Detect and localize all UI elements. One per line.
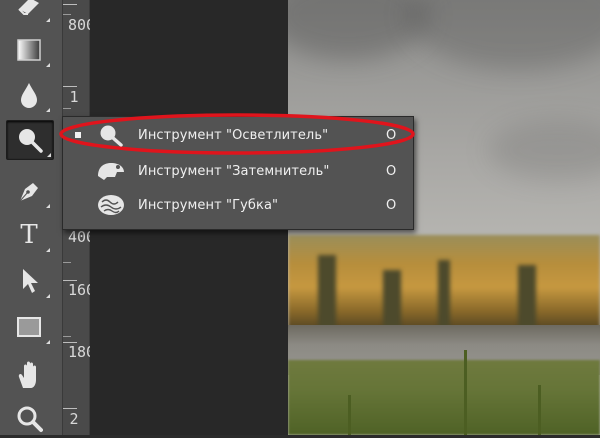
shortcut-key: O [386,127,397,143]
gradient-icon [16,38,42,62]
ruler-label: 2 [69,410,79,428]
burn-icon [95,157,127,185]
pen-tool-button[interactable] [6,172,52,210]
shortcut-key: O [386,163,397,179]
tool-flyout-menu: Инструмент "Осветлитель" O Инструмент "З… [62,116,414,230]
rectangle-icon [16,316,42,338]
selected-bullet-icon [75,132,81,138]
tools-panel: T [0,0,63,435]
dodge-icon [16,126,44,154]
menu-item-label: Инструмент "Затемнитель" [138,163,330,179]
shortcut-key: O [386,197,397,213]
ruler-label: 1800 [68,343,105,361]
hand-tool-button[interactable] [6,356,52,394]
type-icon: T [20,220,38,250]
path-selection-tool-button[interactable] [6,262,52,300]
ruler-label: 1600 [68,281,105,299]
pen-icon [16,177,42,205]
menu-item-dodge[interactable]: Инструмент "Осветлитель" O [63,119,413,151]
blur-tool-button[interactable] [6,76,52,114]
rectangle-tool-button[interactable] [6,308,52,346]
gradient-tool-button[interactable] [6,31,52,69]
menu-item-label: Инструмент "Губка" [138,197,279,213]
magnifier-icon [15,404,43,434]
menu-item-burn[interactable]: Инструмент "Затемнитель" O [63,155,413,187]
ruler-label: 400 [68,228,96,246]
menu-item-sponge[interactable]: Инструмент "Губка" O [63,189,413,221]
dodge-icon [95,121,127,149]
arrow-icon [18,267,40,295]
hand-icon [15,360,43,390]
eraser-icon [16,0,42,15]
dodge-tool-button[interactable] [6,120,54,160]
ruler-label: 800 [68,16,96,34]
type-tool-button[interactable]: T [6,216,52,254]
menu-item-label: Инструмент "Осветлитель" [138,127,329,143]
ruler-label: 1 [69,88,79,106]
water-drop-icon [18,81,40,109]
zoom-tool-button[interactable] [6,400,52,438]
eraser-tool-button[interactable] [6,0,52,24]
sponge-icon [95,191,127,219]
